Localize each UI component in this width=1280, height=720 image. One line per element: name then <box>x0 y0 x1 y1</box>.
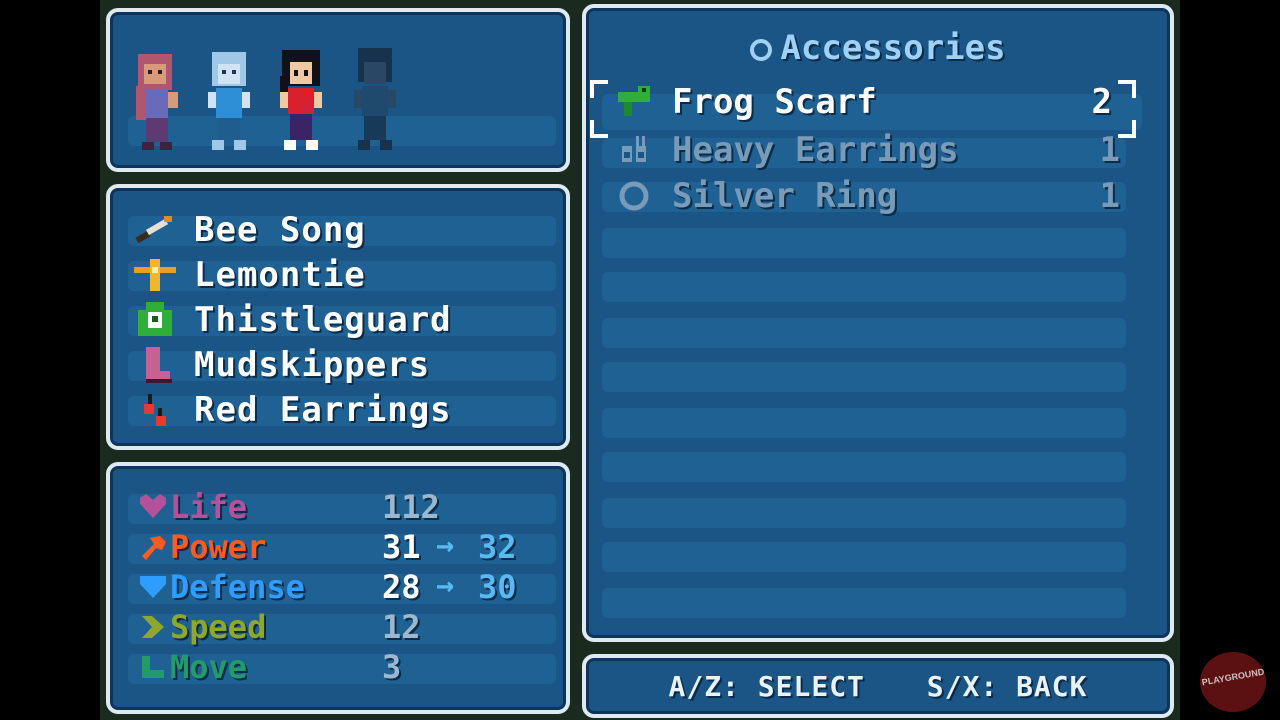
stats-panel: Life 112 Power 31 → 32 Defense 28 → 30 S… <box>106 462 570 714</box>
stat-speed: Speed 12 <box>132 608 562 646</box>
party-member-4[interactable] <box>346 46 404 156</box>
stat-value-power: 31 <box>382 528 421 566</box>
heavy-earrings-icon <box>614 132 654 168</box>
boot-icon <box>132 345 178 385</box>
watermark-logo: PLAYGROUND <box>1200 652 1266 712</box>
equip-slot-neck[interactable]: Lemontie <box>132 253 366 297</box>
stat-label-speed: Speed <box>170 608 267 646</box>
party-member-3[interactable] <box>272 46 330 156</box>
heart-icon <box>138 494 168 520</box>
select-hint[interactable]: A/Z: SELECT <box>668 670 864 703</box>
controls-panel: A/Z: SELECT S/X: BACK <box>582 654 1174 718</box>
stat-label-power: Power <box>170 528 267 566</box>
watermark-text: PLAYGROUND <box>1201 666 1265 688</box>
accessory-name: Frog Scarf <box>672 82 877 122</box>
frog-scarf-icon <box>614 84 654 120</box>
stat-label-life: Life <box>170 488 248 526</box>
stat-label-defense: Defense <box>170 568 305 606</box>
equip-label-accessory: Red Earrings <box>194 390 452 430</box>
equip-label-weapon: Bee Song <box>194 210 366 250</box>
equip-slot-feet[interactable]: Mudskippers <box>132 343 430 387</box>
ring-icon <box>750 38 773 61</box>
party-member-2[interactable] <box>200 46 258 156</box>
equip-label-feet: Mudskippers <box>194 345 431 385</box>
control-hints: A/Z: SELECT S/X: BACK <box>586 670 1170 703</box>
stat-value-defense: 28 <box>382 568 421 606</box>
accessory-item-heavy-earrings[interactable]: Heavy Earrings 1 <box>602 130 1126 170</box>
equip-label-armor: Thistleguard <box>194 300 452 340</box>
game-screen: Bee Song Lemontie Thistleguard Mudskippe… <box>100 0 1180 720</box>
equipment-panel: Bee Song Lemontie Thistleguard Mudskippe… <box>106 184 570 450</box>
stat-value-move: 3 <box>382 648 402 686</box>
stat-value-speed: 12 <box>382 608 421 646</box>
boot-icon <box>138 654 168 680</box>
armor-icon <box>132 300 178 340</box>
stat-value-life: 112 <box>382 488 440 526</box>
accessory-name: Silver Ring <box>672 176 898 216</box>
accessories-title-text: Accessories <box>780 28 1006 68</box>
stat-defense: Defense 28 → 30 <box>132 568 562 606</box>
accessory-item-silver-ring[interactable]: Silver Ring 1 <box>602 176 1126 216</box>
equip-slot-weapon[interactable]: Bee Song <box>132 208 366 252</box>
stat-next-defense: 30 <box>478 568 517 606</box>
arrow-right-icon: → <box>436 528 455 563</box>
fist-icon <box>138 534 168 560</box>
accessory-name: Heavy Earrings <box>672 130 959 170</box>
equip-slot-armor[interactable]: Thistleguard <box>132 298 452 342</box>
party-panel <box>106 8 570 172</box>
accessories-title: Accessories <box>586 28 1170 68</box>
equip-label-neck: Lemontie <box>194 255 366 295</box>
ring-icon <box>614 178 654 214</box>
stat-life: Life 112 <box>132 488 562 526</box>
equip-slot-accessory[interactable]: Red Earrings <box>132 388 452 432</box>
accessory-qty: 1 <box>1099 130 1120 170</box>
accessory-qty: 2 <box>1091 82 1112 122</box>
accessory-item-frog-scarf[interactable]: Frog Scarf 2 <box>602 82 1118 122</box>
stat-label-move: Move <box>170 648 248 686</box>
stat-move: Move 3 <box>132 648 562 686</box>
party-member-1[interactable] <box>128 46 186 156</box>
accessory-qty: 1 <box>1099 176 1120 216</box>
stat-next-power: 32 <box>478 528 517 566</box>
shield-icon <box>138 574 168 600</box>
accessories-panel: Accessories Frog Scarf 2 Heavy Earrings … <box>582 4 1174 642</box>
flute-icon <box>132 210 178 250</box>
earrings-icon <box>132 390 178 430</box>
necktie-icon <box>132 255 178 295</box>
chevron-icon <box>138 614 168 640</box>
back-hint[interactable]: S/X: BACK <box>927 670 1088 703</box>
arrow-right-icon: → <box>436 568 455 603</box>
stat-power: Power 31 → 32 <box>132 528 562 566</box>
